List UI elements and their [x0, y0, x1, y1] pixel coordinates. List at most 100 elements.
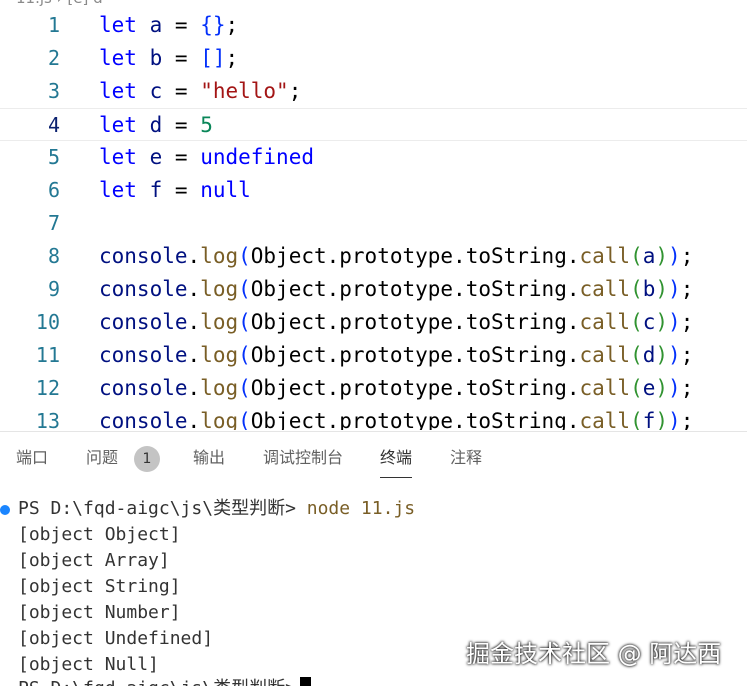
code-token: log	[200, 244, 239, 268]
code-token: =	[162, 79, 201, 103]
code-token: a	[642, 244, 656, 268]
code-token: ;	[680, 310, 694, 334]
code-token: .	[187, 409, 201, 430]
code-token: (	[630, 409, 643, 430]
panel-tab-bar: 端口 问题 1 输出 调试控制台 终端 注释	[0, 431, 747, 485]
code-line[interactable]: 1 let a = {};	[0, 9, 747, 42]
code-line[interactable]: 10 console.log(Object.prototype.toString.…	[0, 306, 747, 339]
code-token: Object.prototype.toString.	[250, 310, 580, 334]
code-token: let	[99, 13, 137, 37]
code-token: (	[238, 244, 251, 268]
code-token: (	[630, 343, 643, 367]
code-token: console	[99, 376, 188, 400]
code-token: Object.prototype.toString.	[250, 343, 580, 367]
terminal-cursor	[299, 677, 311, 686]
code-token: 5	[200, 113, 213, 137]
code-token: call	[579, 409, 631, 430]
tab-ports[interactable]: 端口	[16, 446, 48, 470]
code-token: Object.prototype.toString.	[250, 277, 580, 301]
code-line[interactable]: 3 let c = "hello";	[0, 75, 747, 108]
code-line[interactable]: 8 console.log(Object.prototype.toString.c…	[0, 240, 747, 273]
code-token: undefined	[200, 145, 314, 169]
code-token: .	[187, 277, 201, 301]
code-text: let d = 5	[99, 109, 213, 142]
terminal-output-line: [object Number]	[18, 602, 181, 623]
terminal-output-line: [object String]	[18, 576, 181, 597]
code-line[interactable]: 7	[0, 207, 747, 240]
code-text: let f = null	[99, 174, 251, 207]
code-token: let	[99, 46, 137, 70]
code-token: c	[149, 79, 163, 103]
code-token: console	[99, 277, 188, 301]
code-token: (	[238, 343, 251, 367]
line-number: 6	[47, 178, 60, 202]
code-token: b	[642, 277, 656, 301]
code-line[interactable]: 2 let b = [];	[0, 42, 747, 75]
code-token: console	[99, 409, 188, 430]
code-line[interactable]: 5 let e = undefined	[0, 141, 747, 174]
code-token: ;	[225, 13, 239, 37]
terminal-output-line: [object Undefined]	[18, 628, 214, 649]
code-text: console.log(Object.prototype.toString.ca…	[99, 306, 693, 339]
code-token: )	[668, 244, 681, 268]
code-editor[interactable]: 1 let a = {}; 2 let b = []; 3 let c = "hello"…	[0, 9, 747, 430]
code-token: )	[655, 409, 669, 430]
code-token: log	[200, 343, 239, 367]
code-token: let	[99, 178, 137, 202]
line-number: 8	[47, 244, 60, 268]
code-token: =	[162, 178, 201, 202]
tab-terminal[interactable]: 终端	[380, 446, 413, 478]
code-token: f	[149, 178, 163, 202]
code-line[interactable]: 6 let f = null	[0, 174, 747, 207]
terminal-command: node 11.js	[306, 498, 416, 519]
code-token: let	[99, 145, 137, 169]
code-token: call	[579, 277, 631, 301]
code-token: (	[630, 277, 643, 301]
code-token: )	[668, 343, 681, 367]
code-token: =	[162, 13, 201, 37]
code-token: )	[655, 277, 669, 301]
tab-comments[interactable]: 注释	[450, 446, 482, 470]
line-number: 2	[47, 46, 60, 70]
code-token: Object.prototype.toString.	[250, 244, 580, 268]
code-text: console.log ( Object.prototype.toString.ca…	[99, 273, 693, 306]
code-token: []	[200, 46, 226, 70]
code-text: console.log(Object.prototype.toString.ca…	[99, 339, 693, 372]
code-line[interactable]: 13 console.log(Object.prototype.toString.…	[0, 405, 747, 430]
terminal-output-line: [object Array]	[18, 550, 170, 571]
code-token: log	[200, 376, 239, 400]
terminal-prompt: PS D:\fqd-aigc\js\类型判断>	[18, 678, 296, 686]
code-line[interactable]: 9 console.log ( Object.prototype.toString.c…	[0, 273, 747, 306]
code-token: )	[655, 244, 669, 268]
breadcrumb[interactable]: 11.js › [e] d	[0, 0, 747, 9]
line-number: 12	[35, 376, 60, 400]
tab-debug-console[interactable]: 调试控制台	[263, 446, 343, 470]
code-token: null	[200, 178, 251, 202]
code-token: e	[149, 145, 163, 169]
terminal-next-prompt: PS D:\fqd-aigc\js\类型判断>	[18, 676, 311, 686]
line-number: 1	[47, 13, 60, 37]
code-token: console	[99, 244, 188, 268]
line-number: 11	[35, 343, 60, 367]
code-text: let b = [];	[99, 42, 238, 75]
code-line[interactable]: 12 console.log(Object.prototype.toString.…	[0, 372, 747, 405]
code-token: .	[187, 343, 201, 367]
code-token: (	[238, 376, 251, 400]
line-number: 9	[47, 277, 60, 301]
code-line[interactable]: 4 let d = 5	[0, 108, 747, 141]
code-token: "hello"	[200, 79, 289, 103]
tab-output[interactable]: 输出	[193, 446, 225, 470]
code-line[interactable]: 11 console.log(Object.prototype.toString.…	[0, 339, 747, 372]
code-token: ;	[288, 79, 302, 103]
code-text: console.log(Object.prototype.toString.ca…	[99, 372, 693, 405]
line-number: 3	[47, 79, 60, 103]
tab-problems[interactable]: 问题	[86, 446, 118, 470]
code-token: ;	[680, 277, 694, 301]
code-token: e	[642, 376, 656, 400]
problems-count-badge: 1	[134, 446, 160, 472]
code-token: log	[200, 277, 239, 301]
